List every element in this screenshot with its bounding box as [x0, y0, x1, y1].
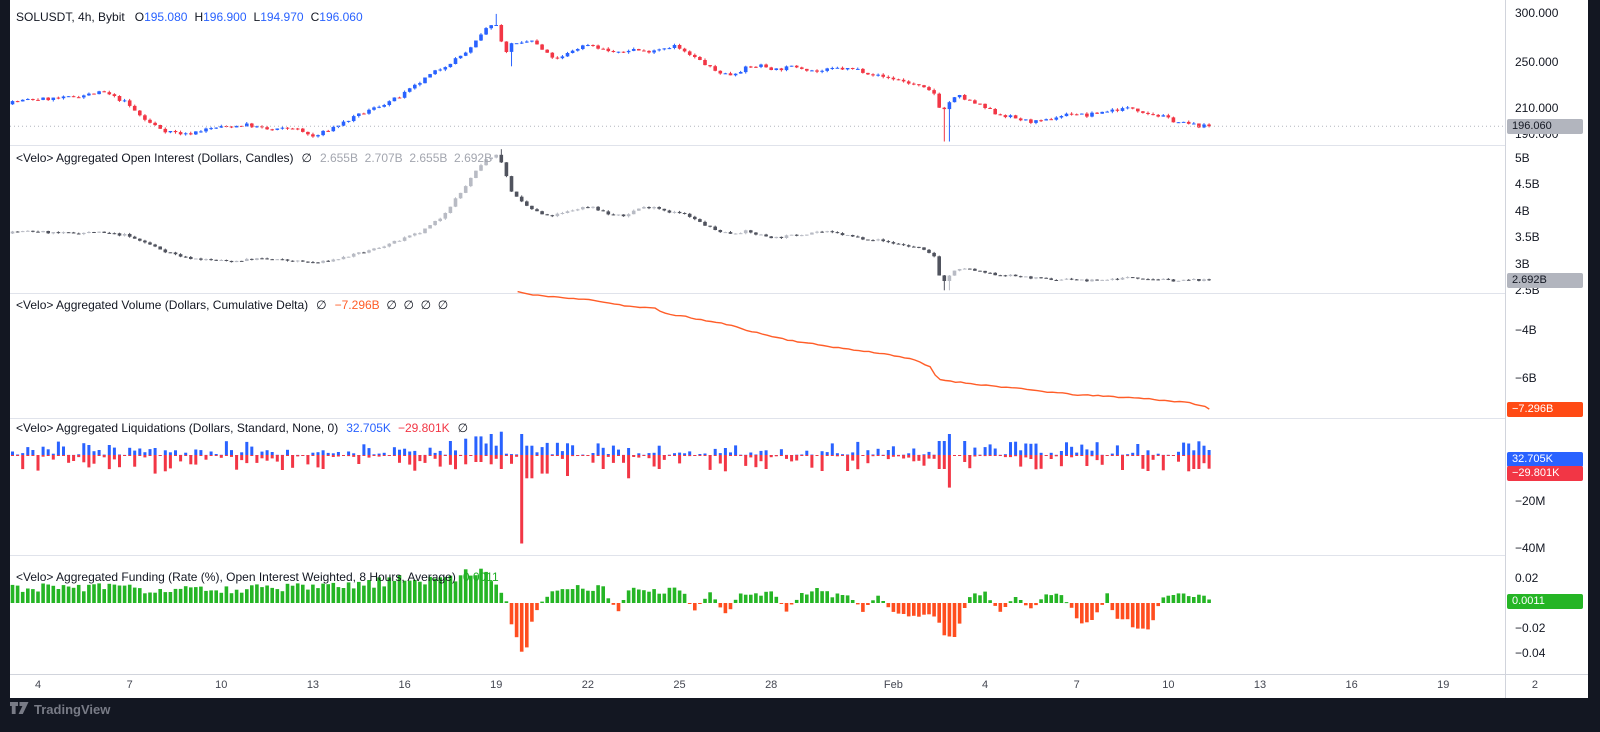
axis-value-tag: 2.692B [1507, 272, 1583, 288]
price-candles [10, 13, 1211, 142]
legend-text: O [134, 10, 145, 24]
legend-text: 196.900 [203, 10, 247, 24]
time-tick-label: 7 [126, 679, 133, 691]
cvd-line [517, 290, 1210, 410]
legend-text: 194.970 [260, 10, 304, 24]
legend-text: 32.705K [346, 421, 391, 435]
legend-text: <Velo> Aggregated Funding (Rate (%), Ope… [16, 570, 456, 584]
legend-text: 196.060 [319, 10, 363, 24]
time-tick-label: 16 [1345, 679, 1358, 691]
legend-funding-pane[interactable]: <Velo> Aggregated Funding (Rate (%), Ope… [16, 570, 499, 585]
time-tick-label: 13 [306, 679, 320, 691]
legend-text: H [194, 10, 204, 24]
time-axis[interactable]: 4 7 10 13 16 19 22 25 28 Feb 4 7 10 13 16 19 2 [10, 675, 1588, 698]
time-tick-label: 10 [215, 679, 228, 691]
legend-text: <Velo> Aggregated Open Interest (Dollars… [16, 151, 294, 165]
axis-tick-label: 3.5B [1515, 230, 1540, 245]
legend-text: −29.801K [397, 421, 450, 435]
axis-value-tag: −7.296B [1507, 401, 1583, 417]
legend-text: <Velo> Aggregated Liquidations (Dollars,… [16, 421, 339, 435]
time-tick-label: 16 [398, 679, 411, 691]
tradingview-logo-icon [10, 702, 29, 714]
axis-tick-label: −20M [1515, 494, 1546, 509]
legend-liquidations-pane[interactable]: <Velo> Aggregated Liquidations (Dollars,… [16, 421, 468, 436]
legend-volume-cvd-pane[interactable]: <Velo> Aggregated Volume (Dollars, Cumul… [16, 298, 448, 313]
legend-text: 0.0011 [462, 570, 499, 584]
axis-tick-label: −6B [1515, 370, 1537, 385]
axis-value-tag: −29.801K [1507, 465, 1583, 481]
legend-text: 195.080 [144, 10, 188, 24]
axis-tick-label: 300.000 [1515, 6, 1559, 21]
time-tick-label: 2 [1531, 679, 1538, 691]
axis-tick-label: 5B [1515, 151, 1530, 166]
legend-text: −7.296B [334, 298, 380, 312]
liquidation-bars [11, 431, 1211, 544]
axis-tick-label: 4.5B [1515, 177, 1540, 192]
axis-tick-label: 4B [1515, 203, 1530, 218]
legend-text: ∅ ∅ ∅ ∅ [379, 298, 449, 312]
legend-text: SOLUSDT, 4h, Bybit [16, 10, 125, 24]
time-tick-label: 4 [34, 679, 42, 691]
axis-tick-label: −0.04 [1515, 645, 1546, 660]
time-tick-label: 19 [1437, 679, 1450, 691]
legend-text: ∅ [316, 298, 327, 312]
time-tick-label: 4 [981, 679, 989, 691]
axis-tick-label: −0.02 [1515, 620, 1546, 635]
axis-tick-label: 210.000 [1515, 100, 1559, 115]
tradingview-branding[interactable]: TradingView [10, 700, 110, 718]
axis-value-tag: 32.705K [1507, 452, 1583, 467]
time-tick-label: 22 [581, 679, 595, 691]
open-interest-candles [10, 149, 1211, 291]
chart-window: SOLUSDT, 4h, Bybit O195.080 H196.900 L194.9… [10, 0, 1588, 698]
time-tick-label: 13 [1253, 679, 1267, 691]
legend-text: ∅ [457, 421, 469, 435]
legend-open-interest-pane[interactable]: <Velo> Aggregated Open Interest (Dollars… [16, 151, 492, 166]
legend-price-pane[interactable]: SOLUSDT, 4h, Bybit O195.080 H196.900 L194.9… [16, 10, 363, 25]
time-tick-label: 10 [1162, 679, 1175, 691]
time-tick-label: 19 [490, 679, 503, 691]
time-tick-label: 25 [673, 679, 686, 691]
axis-value-tag: 196.060 [1507, 118, 1583, 134]
brand-name: TradingView [34, 701, 111, 717]
time-tick-label: 28 [765, 679, 778, 691]
legend-text: 2.655B 2.707B 2.655B 2.692B [319, 151, 493, 165]
axis-value-tag: 0.0011 [1507, 594, 1583, 610]
axis-tick-label: 0.02 [1515, 570, 1539, 585]
time-tick-label: 7 [1073, 679, 1080, 691]
price-axis[interactable]: 300.000 250.000 210.000 190.000 196.060 5B 4.5… [1506, 0, 1588, 674]
legend-text: C [310, 10, 320, 24]
legend-text: <Velo> Aggregated Volume (Dollars, Cumul… [16, 298, 309, 312]
axis-tick-label: 3B [1515, 256, 1530, 271]
time-tick-label: Feb [883, 679, 903, 691]
legend-text: ∅ [301, 151, 312, 165]
axis-tick-label: −40M [1515, 540, 1546, 555]
axis-tick-label: 250.000 [1515, 54, 1559, 69]
axis-tick-label: −4B [1515, 322, 1537, 337]
pane-separators [10, 145, 1505, 556]
